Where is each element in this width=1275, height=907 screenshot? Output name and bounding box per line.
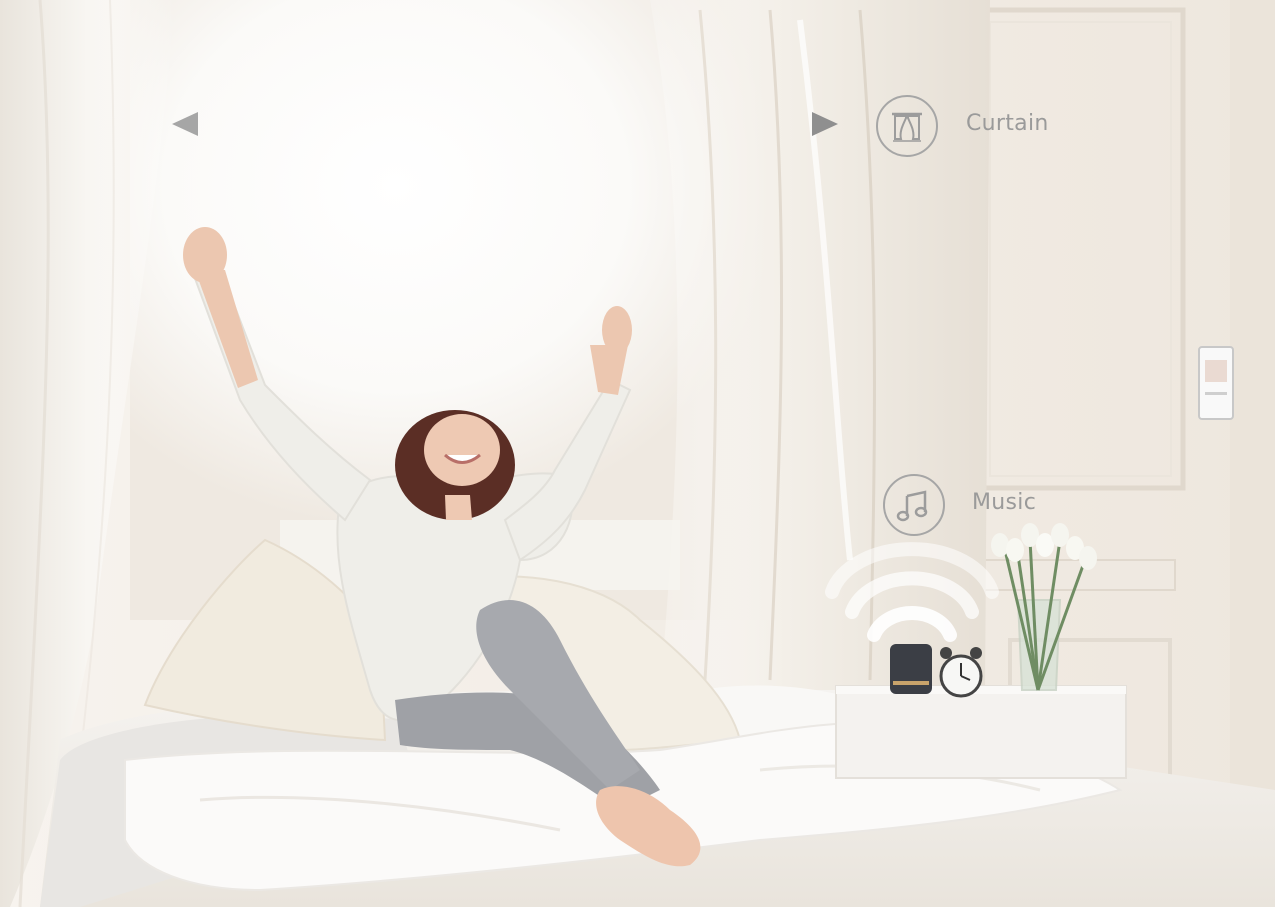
smart-speaker-light [893, 681, 929, 685]
smart-bedroom-scene: Curtain Music [0, 0, 1275, 907]
curtain-icon-glyph [892, 112, 922, 142]
curtain-icon [876, 95, 938, 157]
smart-speaker [890, 644, 932, 694]
wall-control-line [1205, 392, 1227, 395]
wall-corner [1230, 0, 1275, 907]
alarm-clock-bell-right [970, 647, 982, 659]
music-label: Music [972, 490, 1037, 515]
music-note-icon-glyph [896, 490, 928, 522]
woman-neck [445, 495, 472, 520]
curtain-label: Curtain [966, 111, 1049, 136]
woman-face [424, 414, 500, 486]
wall-control-panel [1198, 346, 1234, 420]
alarm-clock-bell-left [940, 647, 952, 659]
nightstand [835, 685, 1127, 779]
nightstand-top [836, 686, 1126, 694]
bedroom-photo [0, 0, 1275, 907]
music-note-icon [883, 474, 945, 536]
wall-control-screen [1205, 360, 1227, 382]
